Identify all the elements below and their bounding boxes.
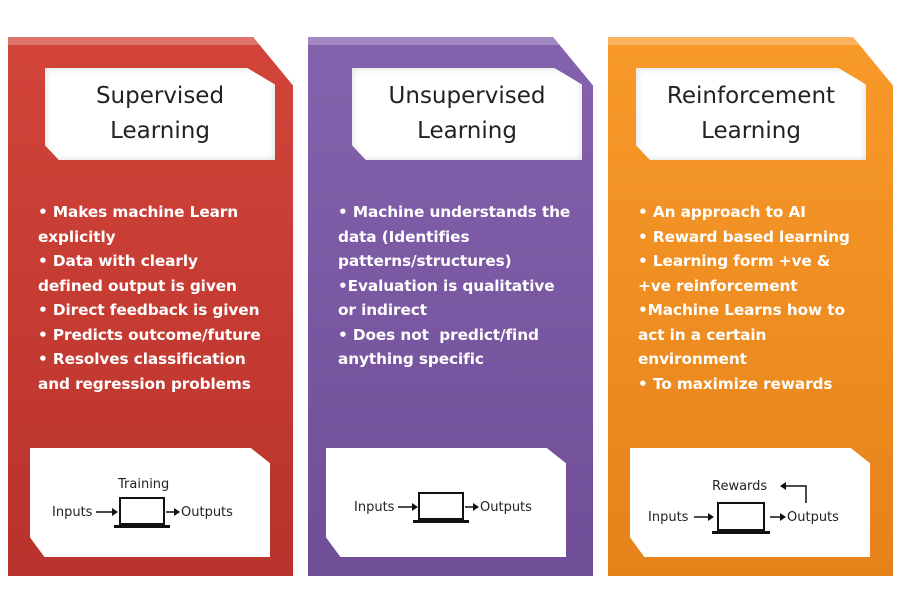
title-line: Learning	[701, 118, 801, 144]
flow-diagram: Training Inputs Outputs	[30, 448, 270, 557]
arrow-icon	[166, 508, 180, 516]
panel-title: Supervised Learning	[45, 68, 275, 160]
training-label: Training	[117, 477, 169, 492]
title-line: Reinforcement	[666, 83, 836, 109]
bullet-item: • Resolves classification	[38, 350, 246, 368]
bullet-item: act in a certain	[638, 325, 767, 344]
bullet-item: • Reward based learning	[638, 227, 850, 246]
laptop-icon	[413, 492, 469, 523]
bullet-item: •Machine Learns how to	[638, 301, 845, 319]
panel-unsupervised-learning: Unsupervised Learning • Machine understan…	[308, 37, 593, 576]
bullet-item: • To maximize rewards	[638, 374, 833, 393]
bullet-item: and regression problems	[38, 374, 251, 393]
panel-reinforcement-learning: Reinforcement Learning • An approach to A…	[608, 37, 893, 576]
bullet-item: defined output is given	[38, 276, 237, 295]
rewards-label: Rewards	[712, 479, 767, 494]
feedback-arrow-icon	[780, 482, 807, 503]
bullet-item: • Learning form +ve &	[638, 252, 831, 270]
inputs-label: Inputs	[648, 510, 689, 525]
bullet-item: • Data with clearly	[38, 252, 198, 270]
inputs-label: Inputs	[52, 505, 93, 520]
laptop-icon	[114, 497, 170, 528]
bullet-item: • Machine understands the	[338, 203, 571, 221]
bullet-item: environment	[638, 350, 747, 368]
arrow-icon	[96, 508, 118, 516]
bullet-item: data (Identifies	[338, 227, 470, 246]
flow-diagram: Rewards Inputs Outputs	[630, 448, 870, 557]
bullet-item: patterns/structures)	[338, 252, 512, 270]
title-line: Learning	[110, 118, 210, 144]
bullet-item: •Evaluation is qualitative	[338, 276, 555, 295]
bullet-item: • Does not predict/find	[338, 325, 539, 344]
title-line: Supervised	[95, 83, 225, 109]
outputs-label: Outputs	[181, 505, 233, 520]
arrow-icon	[694, 513, 714, 521]
bullet-item: • Direct feedback is given	[38, 301, 260, 319]
bullet-item: explicitly	[38, 227, 116, 246]
arrow-icon	[398, 503, 418, 511]
bullet-item: • An approach to AI	[638, 203, 806, 221]
laptop-icon	[712, 502, 770, 534]
bullet-item: • Predicts outcome/future	[38, 325, 261, 344]
title-line: Unsupervised	[388, 83, 546, 109]
outputs-label: Outputs	[787, 510, 839, 525]
bullet-item: anything specific	[338, 350, 484, 368]
bullet-list: • Machine understands the data (Identifi…	[338, 200, 573, 372]
arrow-icon	[770, 513, 786, 521]
inputs-label: Inputs	[354, 500, 395, 515]
bullet-list: • Makes machine Learn explicitly • Data …	[38, 200, 273, 396]
arrow-icon	[465, 503, 479, 511]
title-line: Learning	[417, 118, 517, 144]
panel-supervised-learning: Supervised Learning • Makes machine Learn…	[8, 37, 293, 576]
panel-title: Unsupervised Learning	[352, 68, 582, 160]
flow-diagram: Inputs Outputs	[326, 448, 566, 557]
outputs-label: Outputs	[480, 500, 532, 515]
bullet-list: • An approach to AI • Reward based learn…	[638, 200, 873, 396]
bullet-item: or indirect	[338, 301, 427, 319]
panel-title: Reinforcement Learning	[636, 68, 866, 160]
bullet-item: • Makes machine Learn	[38, 203, 239, 221]
bullet-item: +ve reinforcement	[638, 276, 798, 295]
